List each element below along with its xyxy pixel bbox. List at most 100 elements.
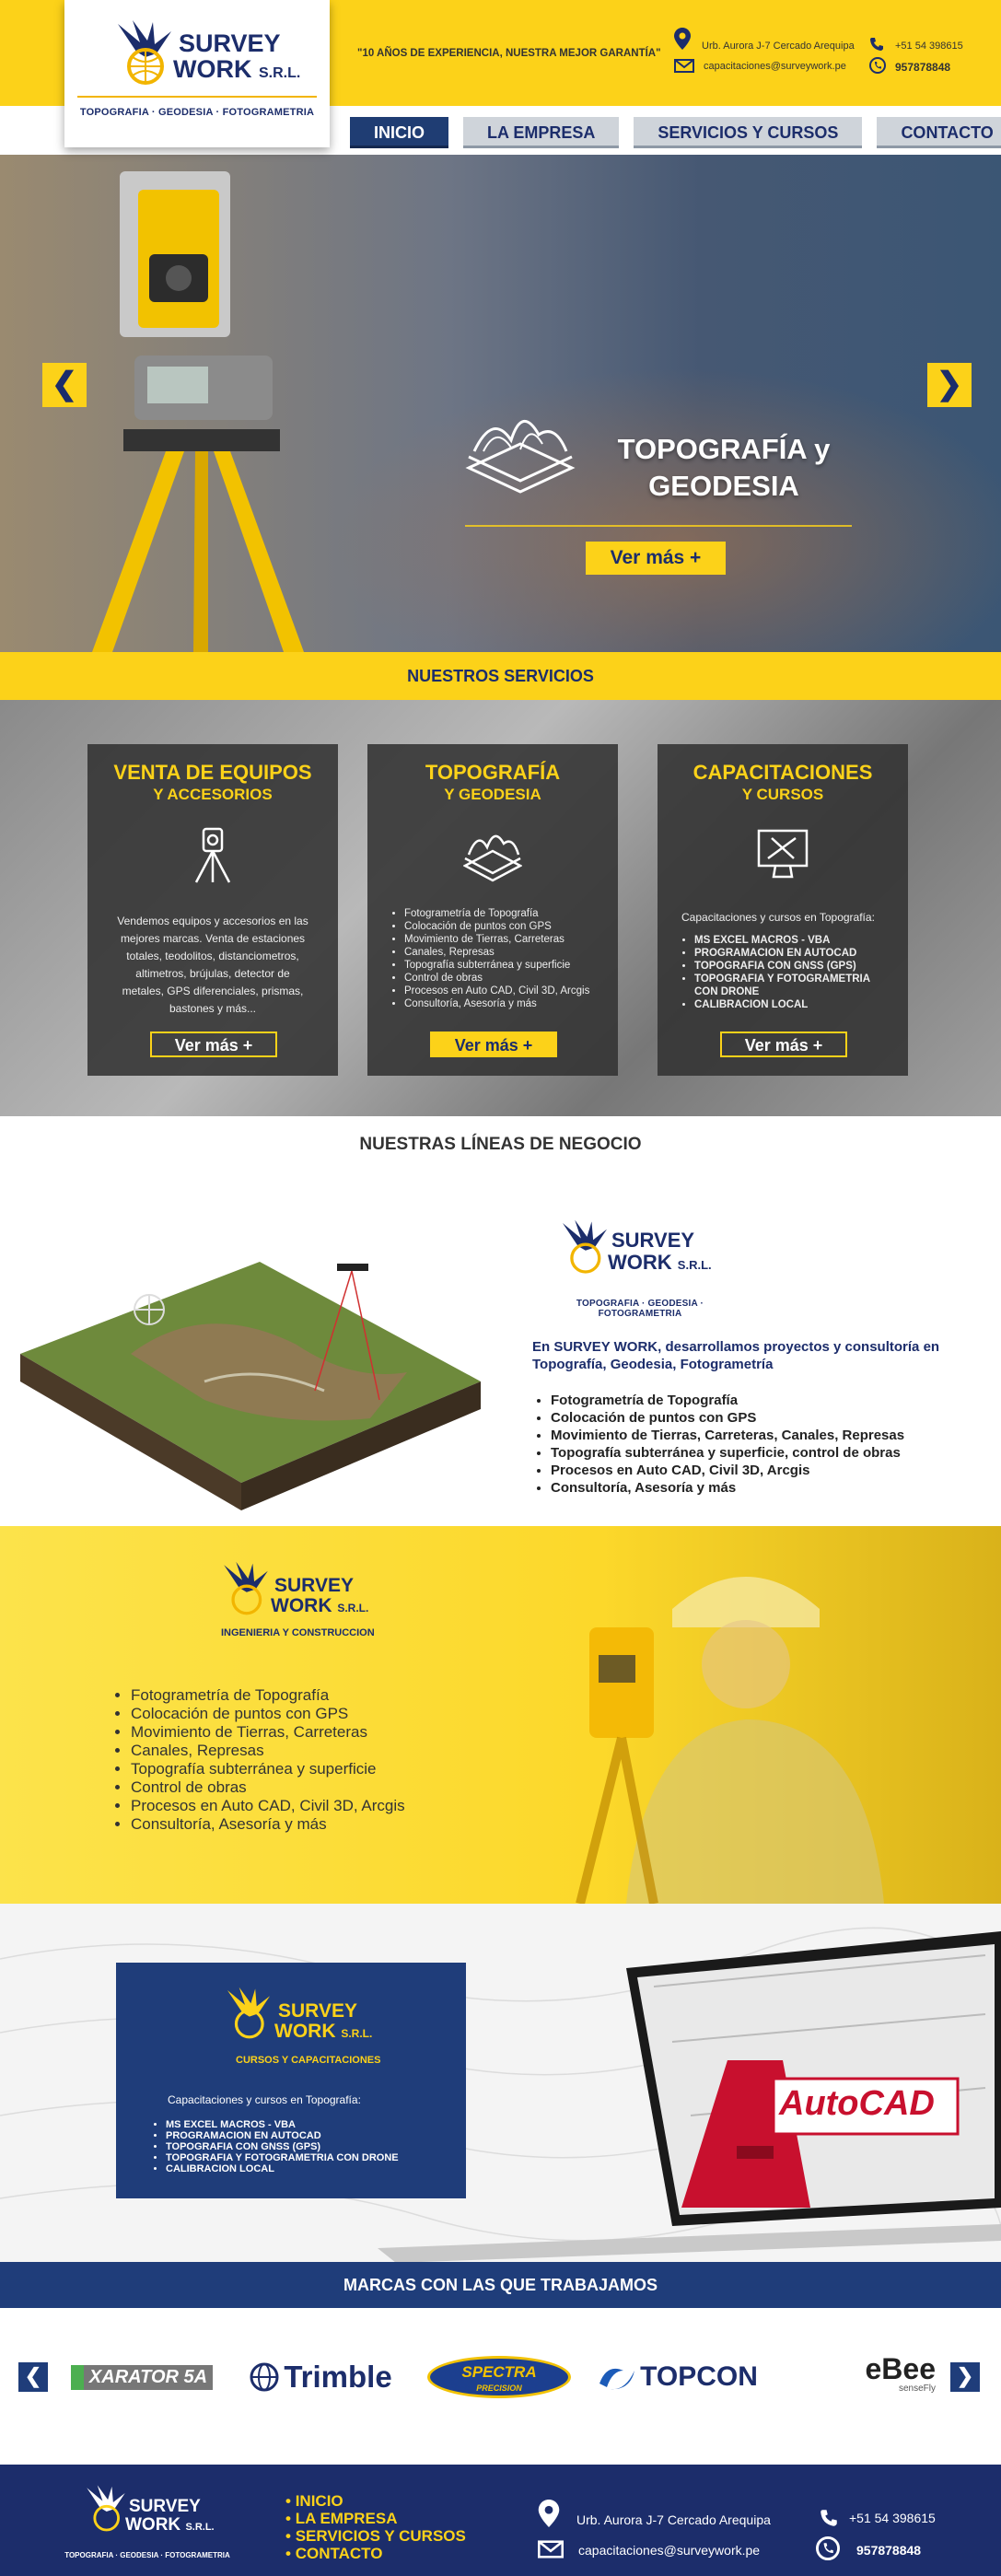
footer-link-servicios-y-cursos[interactable]: • SERVICIOS Y CURSOS bbox=[285, 2527, 466, 2545]
footer-logo-name-line1: SURVEY bbox=[129, 2497, 201, 2516]
service-topografia-ver-mas-button[interactable]: Ver más + bbox=[430, 1032, 557, 1057]
footer-phone[interactable]: +51 54 398615 bbox=[849, 2511, 936, 2525]
footer-whatsapp[interactable]: 957878848 bbox=[856, 2543, 921, 2558]
footer-link-label: CONTACTO bbox=[295, 2545, 383, 2562]
topcon-swirl-icon bbox=[599, 2368, 635, 2390]
engineering-section: SURVEY WORK S.R.L. INGENIERIA Y CONSTRUC… bbox=[0, 1526, 1001, 1904]
phone-icon bbox=[870, 38, 883, 51]
nav-inicio[interactable]: INICIO bbox=[350, 117, 449, 148]
brand-topcon[interactable]: TOPCON bbox=[597, 2354, 759, 2400]
footer-email[interactable]: capacitaciones@surveywork.pe bbox=[578, 2543, 760, 2558]
logo-divider bbox=[77, 96, 317, 98]
list-item: Colocación de puntos con GPS bbox=[131, 1705, 499, 1723]
courses-logo-subtitle: CURSOS Y CAPACITACIONES bbox=[236, 2055, 381, 2066]
surveyor-worker-image bbox=[576, 1577, 884, 1904]
logo-name-work: WORK bbox=[608, 1251, 672, 1274]
list-item: Topografía subterránea y superficie bbox=[404, 959, 598, 972]
list-item: Colocación de puntos con GPS bbox=[404, 920, 598, 933]
autocad-label: AutoCAD bbox=[779, 2084, 935, 2123]
services-heading: NUESTROS SERVICIOS bbox=[0, 652, 1001, 700]
list-item: Control de obras bbox=[131, 1778, 499, 1797]
courses-section: SURVEY WORK S.R.L. CURSOS Y CAPACITACION… bbox=[0, 1904, 1001, 2263]
courses-intro: Capacitaciones y cursos en Topografía: bbox=[168, 2093, 361, 2106]
footer-logo-tagline: TOPOGRAFIA · GEODESIA · FOTOGRAMETRIA bbox=[64, 2551, 230, 2559]
list-item: TOPOGRAFIA Y FOTOGRAMETRIA CON DRONE bbox=[694, 973, 888, 998]
list-item: CALIBRACION LOCAL bbox=[694, 998, 888, 1011]
courses-logo-name-line1: SURVEY bbox=[278, 2000, 357, 2022]
service-card-subtitle: Y CURSOS bbox=[741, 786, 824, 803]
service-card-title: CAPACITACIONES bbox=[693, 761, 873, 784]
nav-la-empresa[interactable]: LA EMPRESA bbox=[463, 117, 620, 148]
hero-title-line1: TOPOGRAFÍA y bbox=[617, 433, 831, 465]
business-lines-text: En SURVEY WORK, desarrollamos proyectos … bbox=[532, 1338, 965, 1497]
footer-link-la-empresa[interactable]: • LA EMPRESA bbox=[285, 2510, 466, 2527]
brand-ebee-label: eBee bbox=[865, 2351, 937, 2385]
business-lines-intro: En SURVEY WORK, desarrollamos proyectos … bbox=[532, 1339, 940, 1372]
footer: SURVEY WORK S.R.L. TOPOGRAFIA · GEODESIA… bbox=[0, 2465, 1001, 2576]
footer-link-label: LA EMPRESA bbox=[295, 2510, 398, 2527]
service-capacitaciones-ver-mas-button[interactable]: Ver más + bbox=[720, 1032, 847, 1057]
eng-logo-name-line2: WORK S.R.L. bbox=[271, 1596, 368, 1615]
map-pin-icon bbox=[674, 28, 691, 50]
trimble-globe-icon bbox=[250, 2362, 279, 2392]
footer-link-inicio[interactable]: • INICIO bbox=[285, 2492, 466, 2510]
service-card-title: TOPOGRAFÍA bbox=[425, 761, 561, 784]
nav-servicios-y-cursos[interactable]: SERVICIOS Y CURSOS bbox=[634, 117, 863, 148]
logo-name-line1: SURVEY bbox=[179, 29, 281, 57]
brand-xarator[interactable]: XARATOR 5A bbox=[66, 2354, 217, 2400]
brand-trimble[interactable]: Trimble bbox=[238, 2354, 403, 2400]
logo-card[interactable]: SURVEY WORK S.R.L. TOPOGRAFIA · GEODESIA… bbox=[64, 0, 330, 147]
eagle-logo-icon bbox=[224, 1561, 268, 1615]
list-item: Canales, Represas bbox=[404, 946, 598, 959]
hero-ver-mas-button[interactable]: Ver más + bbox=[586, 542, 726, 575]
total-station-image bbox=[92, 171, 304, 652]
list-item: Procesos en Auto CAD, Civil 3D, Arcgis bbox=[404, 985, 598, 997]
brand-topcon-label: TOPCON bbox=[640, 2361, 758, 2392]
service-card-body: Vendemos equipos y accesorios en las mej… bbox=[117, 915, 308, 1015]
phone-icon bbox=[821, 2510, 837, 2526]
service-card-capacitaciones: CAPACITACIONES Y CURSOS Capacitaciones y… bbox=[658, 744, 908, 1076]
list-item: Topografía subterránea y superficie, con… bbox=[551, 1444, 965, 1462]
hero-slider: ❮ ❯ TOPOGRAFÍA y GEODESIA Ver más + bbox=[0, 155, 1001, 652]
header-phone[interactable]: +51 54 398615 bbox=[895, 41, 963, 52]
nav-contacto[interactable]: CONTACTO bbox=[877, 117, 1001, 148]
footer-link-label: INICIO bbox=[295, 2492, 343, 2510]
lines-logo-tagline: TOPOGRAFIA · GEODESIA · FOTOGRAMETRIA bbox=[576, 1299, 704, 1319]
brand-trimble-label: Trimble bbox=[284, 2360, 392, 2394]
list-item: TOPOGRAFIA CON GNSS (GPS) bbox=[694, 960, 888, 973]
logo-suffix: S.R.L. bbox=[677, 1258, 712, 1272]
logo-suffix: S.R.L. bbox=[259, 65, 301, 81]
list-item: Movimiento de Tierras, Carreteras bbox=[131, 1723, 499, 1742]
services-section: VENTA DE EQUIPOS Y ACCESORIOS Vendemos e… bbox=[0, 700, 1001, 1116]
footer-link-contacto[interactable]: • CONTACTO bbox=[285, 2545, 466, 2562]
lines-logo-name-line2: WORK S.R.L. bbox=[608, 1253, 712, 1273]
brand-spectra[interactable]: SPECTRA PRECISION bbox=[425, 2354, 573, 2400]
eagle-logo-icon bbox=[87, 2485, 125, 2532]
hero-title: TOPOGRAFÍA y GEODESIA bbox=[586, 431, 862, 505]
list-item: Procesos en Auto CAD, Civil 3D, Arcgis bbox=[131, 1797, 499, 1815]
list-item: Fotogrametría de Topografía bbox=[551, 1392, 965, 1409]
hero-prev-arrow[interactable]: ❮ bbox=[42, 363, 87, 407]
header-slogan: "10 AÑOS DE EXPERIENCIA, NUESTRA MEJOR G… bbox=[357, 48, 661, 59]
list-item: Fotogrametría de Topografía bbox=[404, 907, 598, 920]
service-equipos-ver-mas-button[interactable]: Ver más + bbox=[150, 1032, 277, 1057]
service-topografia-list: Fotogrametría de Topografía Colocación d… bbox=[367, 907, 618, 1010]
brand-ebee[interactable]: eBee senseFly bbox=[792, 2350, 937, 2396]
list-item: MS EXCEL MACROS - VBA bbox=[694, 934, 888, 947]
list-item: Consultoría, Asesoría y más bbox=[551, 1479, 965, 1497]
business-lines-heading: NUESTRAS LÍNEAS DE NEGOCIO bbox=[359, 1135, 642, 1154]
logo-suffix: S.R.L. bbox=[337, 1602, 369, 1614]
brands-next-arrow[interactable]: ❯ bbox=[950, 2362, 980, 2392]
logo-suffix: S.R.L. bbox=[185, 2522, 215, 2533]
header-address: Urb. Aurora J-7 Cercado Arequipa bbox=[702, 41, 855, 52]
brands-prev-arrow[interactable]: ❮ bbox=[18, 2362, 48, 2392]
service-card-topografia: TOPOGRAFÍA Y GEODESIA Fotogrametría de T… bbox=[367, 744, 618, 1076]
brand-spectra-label: SPECTRA bbox=[461, 2363, 537, 2381]
whatsapp-icon bbox=[816, 2536, 840, 2560]
eng-logo-subtitle: INGENIERIA Y CONSTRUCCION bbox=[221, 1627, 375, 1638]
header-email[interactable]: capacitaciones@surveywork.pe bbox=[704, 61, 846, 72]
list-item: Movimiento de Tierras, Carreteras, Canal… bbox=[551, 1427, 965, 1444]
hero-next-arrow[interactable]: ❯ bbox=[927, 363, 972, 407]
header-whatsapp[interactable]: 957878848 bbox=[895, 61, 950, 74]
list-item: Procesos en Auto CAD, Civil 3D, Arcgis bbox=[551, 1462, 965, 1479]
